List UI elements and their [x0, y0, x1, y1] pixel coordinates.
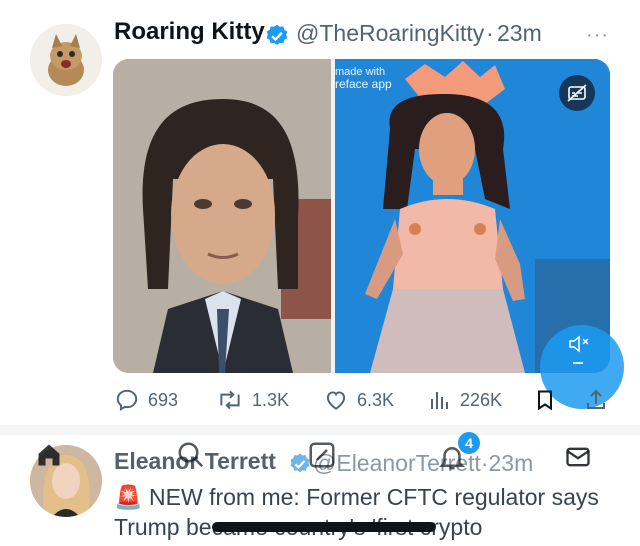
retweet-button[interactable]: 1.3K: [216, 386, 289, 414]
grok-icon[interactable]: [307, 440, 337, 470]
captions-off-icon: [567, 84, 587, 102]
search-icon[interactable]: [176, 440, 206, 470]
views-chart-icon: [431, 392, 448, 409]
author-name[interactable]: Roaring Kitty: [114, 18, 265, 46]
reface-watermark: made with reface app: [335, 66, 392, 90]
avatar-roaring-kitty[interactable]: [30, 24, 102, 96]
share-icon: [587, 389, 605, 409]
retweet-icon: [220, 390, 240, 410]
watermark-line-2: reface app: [335, 77, 392, 91]
notifications-badge: 4: [458, 432, 480, 454]
tweet-timestamp[interactable]: 23m: [497, 20, 542, 47]
author-handle[interactable]: @EleanorTerrett·23m: [313, 450, 533, 477]
reply-button[interactable]: 693: [114, 386, 178, 414]
home-indicator-bar[interactable]: [212, 522, 436, 532]
like-count: 6.3K: [357, 389, 395, 410]
home-icon[interactable]: [35, 440, 63, 470]
tweet-timestamp: 23m: [488, 450, 534, 476]
messages-envelope-icon[interactable]: [563, 443, 593, 471]
like-button[interactable]: 6.3K: [323, 386, 394, 414]
retweet-count: 1.3K: [252, 389, 290, 410]
captions-off-button[interactable]: [559, 75, 595, 111]
author-handle[interactable]: @TheRoaringKitty: [296, 20, 484, 47]
views-button[interactable]: 226K: [428, 386, 502, 414]
separator-dot: ·: [486, 20, 494, 46]
tweet-separator: [0, 425, 640, 435]
video-left-panel: [113, 59, 331, 373]
reply-icon: [116, 389, 138, 411]
reply-count: 693: [148, 389, 179, 410]
bookmark-icon: [538, 390, 552, 411]
heart-icon: [326, 391, 346, 410]
view-count: 226K: [460, 389, 503, 410]
tweet-body-text[interactable]: 🚨 NEW from me: Former CFTC regulator say…: [114, 482, 624, 542]
share-button[interactable]: [584, 386, 616, 414]
more-options-icon[interactable]: ···: [586, 24, 609, 47]
verified-badge-icon: [266, 24, 288, 45]
bookmark-button[interactable]: [533, 386, 565, 414]
tweet-video[interactable]: [113, 59, 610, 373]
